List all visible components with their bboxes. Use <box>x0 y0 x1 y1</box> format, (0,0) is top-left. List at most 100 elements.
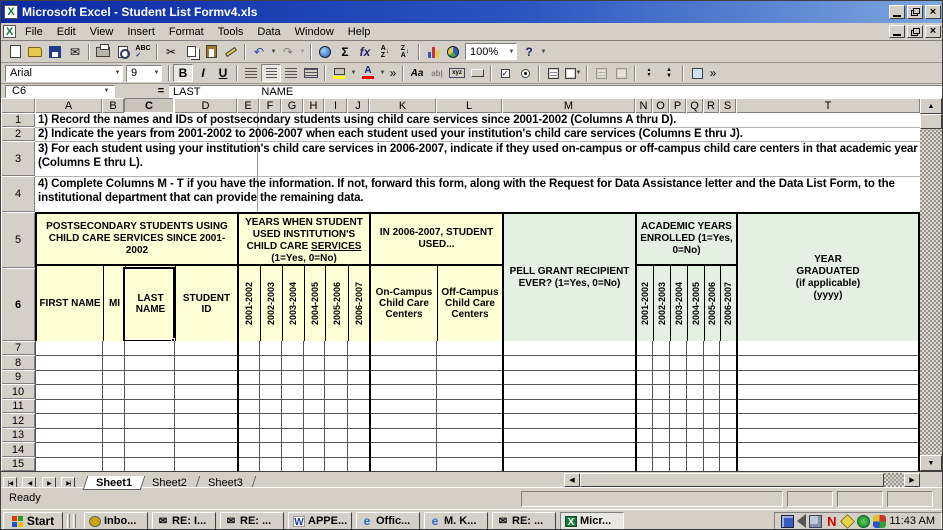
row-header-10[interactable]: 10 <box>1 384 35 399</box>
year-cell[interactable]: 2003-2004 <box>671 266 688 341</box>
menu-window[interactable]: Window <box>288 24 341 40</box>
tray-globe-icon[interactable] <box>857 515 870 528</box>
italic-button[interactable]: I <box>193 64 213 82</box>
col-header-p[interactable]: P <box>669 98 686 113</box>
forms-dropdown-edit-icon[interactable] <box>611 64 631 82</box>
tray-antivirus-icon[interactable]: N <box>825 515 838 528</box>
taskbar-button-office[interactable]: e Offic... <box>356 512 420 530</box>
forms-option-button-icon[interactable] <box>515 64 535 82</box>
year-cell[interactable]: 2005-2006 <box>705 266 721 341</box>
font-size-combobox[interactable]: 9 ▼ <box>126 65 162 82</box>
row-header-4[interactable]: 4 <box>1 176 35 212</box>
map-icon[interactable] <box>443 43 463 61</box>
col-header-r[interactable]: R <box>703 98 719 113</box>
col-header-l[interactable]: L <box>436 98 502 113</box>
row-header-9[interactable]: 9 <box>1 370 35 384</box>
row-header-7[interactable]: 7 <box>1 341 35 355</box>
doc-minimize-button[interactable] <box>889 25 905 38</box>
tray-update-icon[interactable] <box>873 515 886 528</box>
redo-icon[interactable]: ↷ <box>278 43 298 61</box>
merge-center-icon[interactable] <box>301 64 321 82</box>
tray-disk-icon[interactable] <box>840 514 855 529</box>
forms-list-edit-icon[interactable] <box>591 64 611 82</box>
taskbar-button-excel[interactable]: X Micr... <box>560 512 624 530</box>
minimize-button[interactable] <box>889 5 905 19</box>
col-header-n[interactable]: N <box>635 98 652 113</box>
instruction-row-3[interactable]: 3) For each student using your instituti… <box>38 143 922 170</box>
header-cell-student-id[interactable]: STUDENT ID <box>176 266 237 341</box>
year-cell[interactable]: 2004-2005 <box>305 266 326 341</box>
row-header-3[interactable]: 3 <box>1 141 35 176</box>
vertical-scrollbar[interactable] <box>920 98 942 471</box>
year-cell[interactable]: 2003-2004 <box>283 266 305 341</box>
header-cell-off-campus[interactable]: Off-Campus Child Care Centers <box>438 266 502 341</box>
tray-volume-icon[interactable] <box>797 514 806 528</box>
col-header-m[interactable]: M <box>502 98 635 113</box>
data-area[interactable] <box>35 341 920 471</box>
col-header-i[interactable]: I <box>324 98 347 113</box>
instruction-row-4[interactable]: 4) Complete Columns M - T if you have th… <box>38 178 918 205</box>
forms-listbox-icon[interactable] <box>543 64 563 82</box>
formula-input[interactable]: LAST NAME <box>169 85 943 98</box>
col-header-t[interactable]: T <box>736 98 920 113</box>
forms-spinner-icon[interactable]: ▲▼ <box>639 64 659 82</box>
instruction-row-1[interactable]: 1) Record the names and IDs of postsecon… <box>38 114 928 128</box>
font-color-dropdown-icon[interactable]: ▼ <box>378 70 387 76</box>
col-header-k[interactable]: K <box>369 98 436 113</box>
edit-formula-icon[interactable]: = <box>153 85 169 97</box>
forms-editbox-icon[interactable]: ab| <box>427 64 447 82</box>
taskbar-button-mail-2[interactable]: ✉ RE: ... <box>220 512 284 530</box>
menu-edit[interactable]: Edit <box>50 24 83 40</box>
pell-title[interactable]: PELL GRANT RECIPIENT EVER? (1=Yes, 0=No) <box>504 214 635 341</box>
row-header-1[interactable]: 1 <box>1 113 35 127</box>
underline-button[interactable]: U <box>213 64 233 82</box>
col-header-a[interactable]: A <box>35 98 102 113</box>
font-name-dropdown-icon[interactable]: ▼ <box>113 70 122 76</box>
selected-cell-c6[interactable] <box>123 267 175 342</box>
year-cell[interactable]: 2005-2006 <box>326 266 349 341</box>
print-icon[interactable] <box>93 43 113 61</box>
year-cell[interactable]: 2006-2007 <box>349 266 369 341</box>
row-header-5[interactable]: 5 <box>1 212 35 268</box>
paste-icon[interactable] <box>201 43 221 61</box>
horizontal-scrollbar-thumb[interactable] <box>580 473 884 487</box>
toolbar-options-icon[interactable]: ▼ <box>539 49 548 55</box>
align-left-icon[interactable] <box>241 64 261 82</box>
spelling-icon[interactable]: ABC✓ <box>133 43 153 61</box>
col-header-d[interactable]: D <box>174 98 237 113</box>
align-right-icon[interactable] <box>281 64 301 82</box>
doc-restore-button[interactable] <box>907 25 923 38</box>
taskbar-button-mail-1[interactable]: ✉ RE: I... <box>152 512 216 530</box>
select-all-corner[interactable] <box>1 98 35 113</box>
forms-label-icon[interactable]: Aa <box>407 64 427 82</box>
bold-button[interactable]: B <box>173 64 193 82</box>
taskbar-grip[interactable] <box>73 514 76 528</box>
name-box-dropdown-icon[interactable]: ▼ <box>102 88 111 94</box>
row-header-12[interactable]: 12 <box>1 413 35 428</box>
fill-color-dropdown-icon[interactable]: ▼ <box>349 70 358 76</box>
year-cell[interactable]: 2002-2003 <box>261 266 283 341</box>
forms-combobox-icon[interactable]: ▼ <box>563 64 583 82</box>
year-cell[interactable]: 2006-2007 <box>721 266 736 341</box>
year-cell[interactable]: 2001-2002 <box>239 266 261 341</box>
taskbar-button-mail-3[interactable]: ✉ RE: ... <box>492 512 556 530</box>
taskbar-button-inbox[interactable]: Inbo... <box>84 512 148 530</box>
menu-help[interactable]: Help <box>341 24 378 40</box>
print-preview-icon[interactable] <box>113 43 133 61</box>
col-header-h[interactable]: H <box>303 98 324 113</box>
restore-button[interactable] <box>907 5 923 19</box>
col-header-e[interactable]: E <box>237 98 259 113</box>
col-header-c[interactable]: C <box>124 98 174 113</box>
menu-format[interactable]: Format <box>162 24 211 40</box>
font-name-combobox[interactable]: Arial ▼ <box>5 65 123 82</box>
scroll-up-icon[interactable]: ▲ <box>920 98 942 114</box>
menu-tools[interactable]: Tools <box>211 24 251 40</box>
forms-button-icon[interactable] <box>467 64 487 82</box>
paste-function-icon[interactable]: fx <box>355 43 375 61</box>
format-painter-icon[interactable] <box>221 43 241 61</box>
header-cell-on-campus[interactable]: On-Campus Child Care Centers <box>371 266 438 341</box>
tray-network-icon[interactable] <box>809 515 822 528</box>
taskbar-button-word[interactable]: W APPE... <box>288 512 352 530</box>
taskbar-grip[interactable] <box>67 514 70 528</box>
font-size-dropdown-icon[interactable]: ▼ <box>152 70 161 76</box>
